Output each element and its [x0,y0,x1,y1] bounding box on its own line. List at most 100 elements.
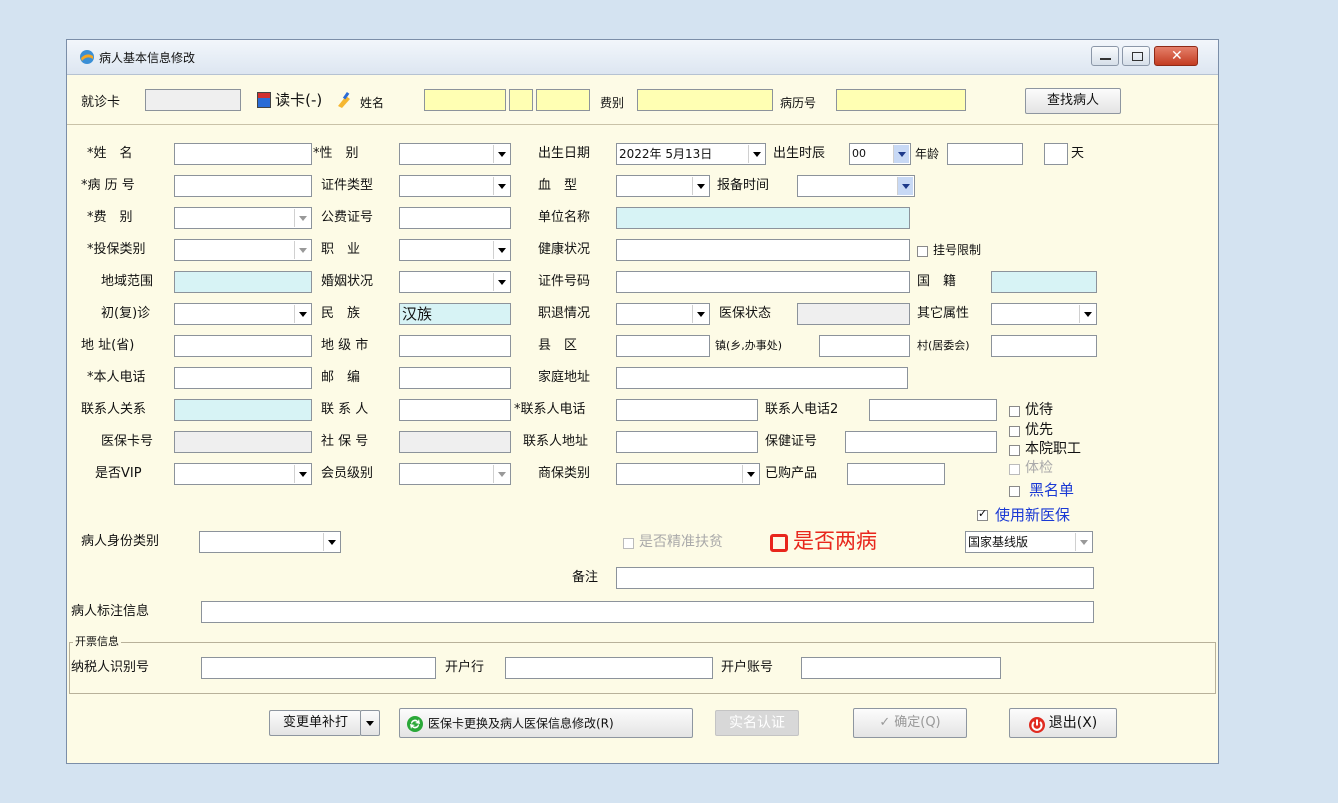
other-attr-select[interactable] [991,303,1097,325]
marriage-select[interactable] [399,271,511,293]
phone-field[interactable] [174,367,312,389]
blacklist-checkbox[interactable] [1009,486,1020,497]
health-field[interactable] [616,239,910,261]
broom-icon[interactable] [335,91,353,109]
realname-button[interactable]: 实名认证 [715,710,799,736]
remark-field[interactable] [616,567,1094,589]
age-field[interactable] [947,143,1023,165]
insurance-type-select[interactable] [174,239,312,261]
read-card-button[interactable]: 读卡(-) [257,87,322,113]
gender-select[interactable] [399,143,511,165]
card-label: 就诊卡 [81,95,121,110]
new-ins-checkbox[interactable] [977,507,988,521]
taxpayer-field[interactable] [201,657,436,679]
unit-field[interactable] [616,207,910,229]
chevron-down-icon [748,145,764,163]
ins-change-button[interactable]: 医保卡更换及病人医保信息修改(R) [399,708,693,738]
youdai-label: 优待 [1025,402,1053,418]
postcode-field[interactable] [399,367,511,389]
blood-label: 血 型 [538,178,578,193]
two-disease-checkbox[interactable] [770,534,788,552]
contact-field[interactable] [399,399,511,421]
health-label: 健康状况 [538,242,591,257]
vip-label: 是否VIP [95,466,142,481]
check-icon: ✓ [879,715,891,730]
job-select[interactable] [399,239,511,261]
contact-rel-field[interactable] [174,399,312,421]
maximize-button[interactable] [1122,46,1150,66]
card-input[interactable] [145,89,241,111]
identity-label: 病人身份类别 [81,534,160,549]
reprint-button[interactable]: 变更单补打 [269,710,361,736]
chevron-down-icon [897,177,913,195]
city-field[interactable] [399,335,511,357]
poverty-checkbox[interactable] [623,538,634,549]
account-field[interactable] [801,657,1001,679]
staff-checkbox[interactable] [1009,445,1020,456]
public-fee-field[interactable] [399,207,511,229]
province-field[interactable] [174,335,312,357]
health-card-field[interactable] [845,431,997,453]
reg-limit-checkbox[interactable] [917,246,928,257]
identity-select[interactable] [199,531,341,553]
reprint-dropdown[interactable] [360,710,380,736]
record-no-field[interactable] [174,175,312,197]
chevron-down-icon [692,305,708,323]
topbar-record-input[interactable] [836,89,966,111]
ins-status-field[interactable] [797,303,910,325]
report-time-select[interactable] [797,175,915,197]
retire-select[interactable] [616,303,710,325]
contact-addr-field[interactable] [616,431,758,453]
youxian-checkbox[interactable] [1009,426,1020,437]
member-select[interactable] [399,463,511,485]
birth-date-label: 出生日期 [538,146,591,161]
ethnic-label: 民 族 [321,306,361,321]
marriage-label: 婚姻状况 [321,274,374,289]
home-addr-field[interactable] [616,367,908,389]
product-field[interactable] [847,463,945,485]
town-field[interactable] [819,335,910,357]
contact-phone-field[interactable] [616,399,758,421]
topbar-name-input[interactable] [424,89,506,111]
find-patient-button[interactable]: 查找病人 [1025,88,1121,114]
blacklist-label: 黑名单 [1029,481,1075,499]
id-type-select[interactable] [399,175,511,197]
chevron-down-icon [493,465,509,483]
birth-date-picker[interactable]: 2022年 5月13日 [616,143,766,165]
ethnic-field[interactable]: 汉族 [399,303,511,325]
name-field[interactable] [174,143,312,165]
contact-phone2-field[interactable] [869,399,997,421]
minimize-button[interactable] [1091,46,1119,66]
ins-card-label: 医保卡号 [101,434,154,449]
mark-info-field[interactable] [201,601,1094,623]
topbar-name-extra-1[interactable] [509,89,533,111]
birth-time-select[interactable]: 00 [849,143,911,165]
town-label: 镇(乡,办事处) [715,339,783,352]
bank-field[interactable] [505,657,713,679]
day-field[interactable] [1044,143,1068,165]
version-select[interactable]: 国家基线版 [965,531,1093,553]
topbar-fee-input[interactable] [637,89,773,111]
ins-card-field[interactable] [174,431,312,453]
postcode-label: 邮 编 [321,370,361,385]
topbar-name-extra-2[interactable] [536,89,590,111]
exam-checkbox[interactable] [1009,464,1020,475]
village-field[interactable] [991,335,1097,357]
chevron-down-icon [493,241,509,259]
confirm-button[interactable]: ✓ 确定(Q) [853,708,967,738]
nationality-field[interactable] [991,271,1097,293]
id-no-field[interactable] [616,271,910,293]
record-no-label: *病 历 号 [81,178,135,193]
com-ins-select[interactable] [616,463,760,485]
exit-button[interactable]: 退出(X) [1009,708,1117,738]
youdai-checkbox[interactable] [1009,406,1020,417]
chevron-down-icon [294,241,310,259]
social-field[interactable] [399,431,511,453]
vip-select[interactable] [174,463,312,485]
close-button[interactable]: ✕ [1154,46,1198,66]
visit-select[interactable] [174,303,312,325]
blood-select[interactable] [616,175,710,197]
region-field[interactable] [174,271,312,293]
fee-select[interactable] [174,207,312,229]
county-field[interactable] [616,335,710,357]
